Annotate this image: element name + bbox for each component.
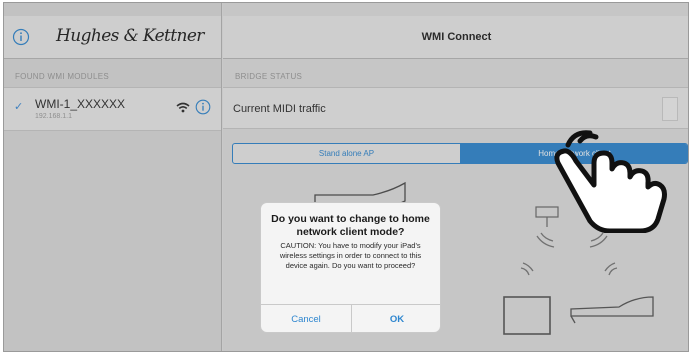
alert-button-bar: Cancel OK — [261, 304, 440, 332]
alert-title: Do you want to change to home network cl… — [271, 213, 430, 238]
ok-button[interactable]: OK — [352, 305, 440, 332]
cancel-button[interactable]: Cancel — [261, 305, 352, 332]
ipad-screen: iPad Hughes & Kettner FOUND WMI MODULES … — [3, 2, 689, 352]
confirm-mode-alert: Do you want to change to home network cl… — [260, 202, 441, 333]
tap-hand-icon — [554, 130, 667, 233]
alert-message: CAUTION: You have to modify your iPad's … — [279, 241, 422, 270]
